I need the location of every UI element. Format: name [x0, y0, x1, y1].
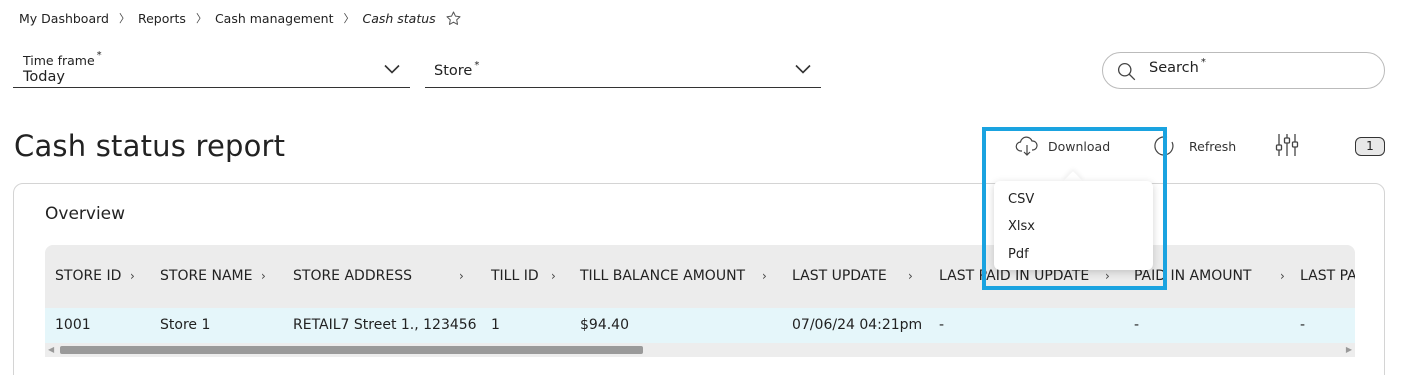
breadcrumb-separator: 〉 [118, 12, 130, 25]
breadcrumb-separator: 〉 [343, 12, 355, 25]
timeframe-value: Today [23, 69, 65, 85]
overview-table: STORE ID › STORE NAME › STORE ADDRESS › TIL… [45, 245, 1355, 357]
store-select[interactable]: Store * [425, 52, 821, 88]
column-header-last-paid[interactable]: LAST PA [1300, 245, 1355, 308]
column-header-last-update[interactable]: LAST UPDATE › [792, 245, 913, 308]
breadcrumb: My Dashboard 〉 Reports 〉 Cash management… [19, 9, 462, 27]
horizontal-scrollbar[interactable]: ◀ ▶ [45, 343, 1355, 357]
filter-count-badge[interactable]: 1 [1355, 137, 1385, 156]
star-icon[interactable] [445, 10, 462, 27]
column-header-store-name[interactable]: STORE NAME › [160, 245, 266, 308]
page-title: Cash status report [14, 129, 286, 163]
timeframe-label: Time frame * [23, 50, 102, 68]
cell-till-id: 1 [491, 317, 500, 333]
breadcrumb-reports[interactable]: Reports [138, 11, 186, 26]
cell-store-address: RETAIL7 Street 1., 123456 [293, 317, 477, 333]
download-option-xlsx[interactable]: Xlsx [1008, 219, 1035, 234]
scroll-right-arrow-icon[interactable]: ▶ [1346, 345, 1352, 354]
search-label: Search * [1149, 57, 1206, 76]
overview-title: Overview [45, 204, 126, 224]
column-header-till-balance-amount[interactable]: TILL BALANCE AMOUNT › [580, 245, 767, 308]
cell-last-paid: - [1300, 317, 1306, 333]
chevron-down-icon [384, 64, 400, 74]
overview-card: Overview STORE ID › STORE NAME › STORE ADD… [13, 183, 1385, 375]
download-button[interactable]: Download [1015, 134, 1110, 158]
search-input[interactable]: Search * [1102, 52, 1385, 89]
breadcrumb-separator: 〉 [195, 12, 207, 25]
breadcrumb-current: Cash status [362, 10, 436, 26]
cell-till-balance: $94.40 [580, 317, 629, 333]
cloud-download-icon [1015, 136, 1038, 156]
download-menu: CSV Xlsx Pdf [994, 181, 1153, 270]
download-option-pdf[interactable]: Pdf [1008, 247, 1029, 262]
store-label: Store * [434, 60, 480, 79]
column-header-store-id[interactable]: STORE ID › [55, 245, 135, 308]
scroll-left-arrow-icon[interactable]: ◀ [48, 345, 54, 354]
cell-paid-in-amount: - [1134, 317, 1140, 333]
download-label: Download [1048, 138, 1111, 154]
timeframe-select[interactable]: Time frame * Today [13, 50, 410, 88]
breadcrumb-cash-management[interactable]: Cash management [215, 11, 334, 26]
table-row[interactable]: 1001 Store 1 RETAIL7 Street 1., 123456 1… [45, 308, 1355, 343]
column-header-till-id[interactable]: TILL ID › [491, 245, 556, 308]
download-option-csv[interactable]: CSV [1008, 192, 1034, 207]
cell-store-name: Store 1 [160, 317, 211, 333]
breadcrumb-my-dashboard[interactable]: My Dashboard [19, 11, 109, 26]
sliders-icon[interactable] [1275, 132, 1299, 158]
refresh-label: Refresh [1189, 138, 1237, 154]
chevron-down-icon [795, 64, 811, 74]
refresh-button[interactable]: Refresh [1153, 134, 1236, 158]
cell-store-id: 1001 [55, 317, 91, 333]
scroll-thumb[interactable] [60, 346, 643, 354]
cell-last-update: 07/06/24 04:21pm [792, 317, 923, 333]
search-icon [1117, 62, 1136, 81]
refresh-icon [1154, 136, 1174, 156]
cell-last-paid-in-update: - [939, 317, 945, 333]
column-header-store-address[interactable]: STORE ADDRESS › [293, 245, 464, 308]
table-header: STORE ID › STORE NAME › STORE ADDRESS › TIL… [45, 245, 1355, 308]
